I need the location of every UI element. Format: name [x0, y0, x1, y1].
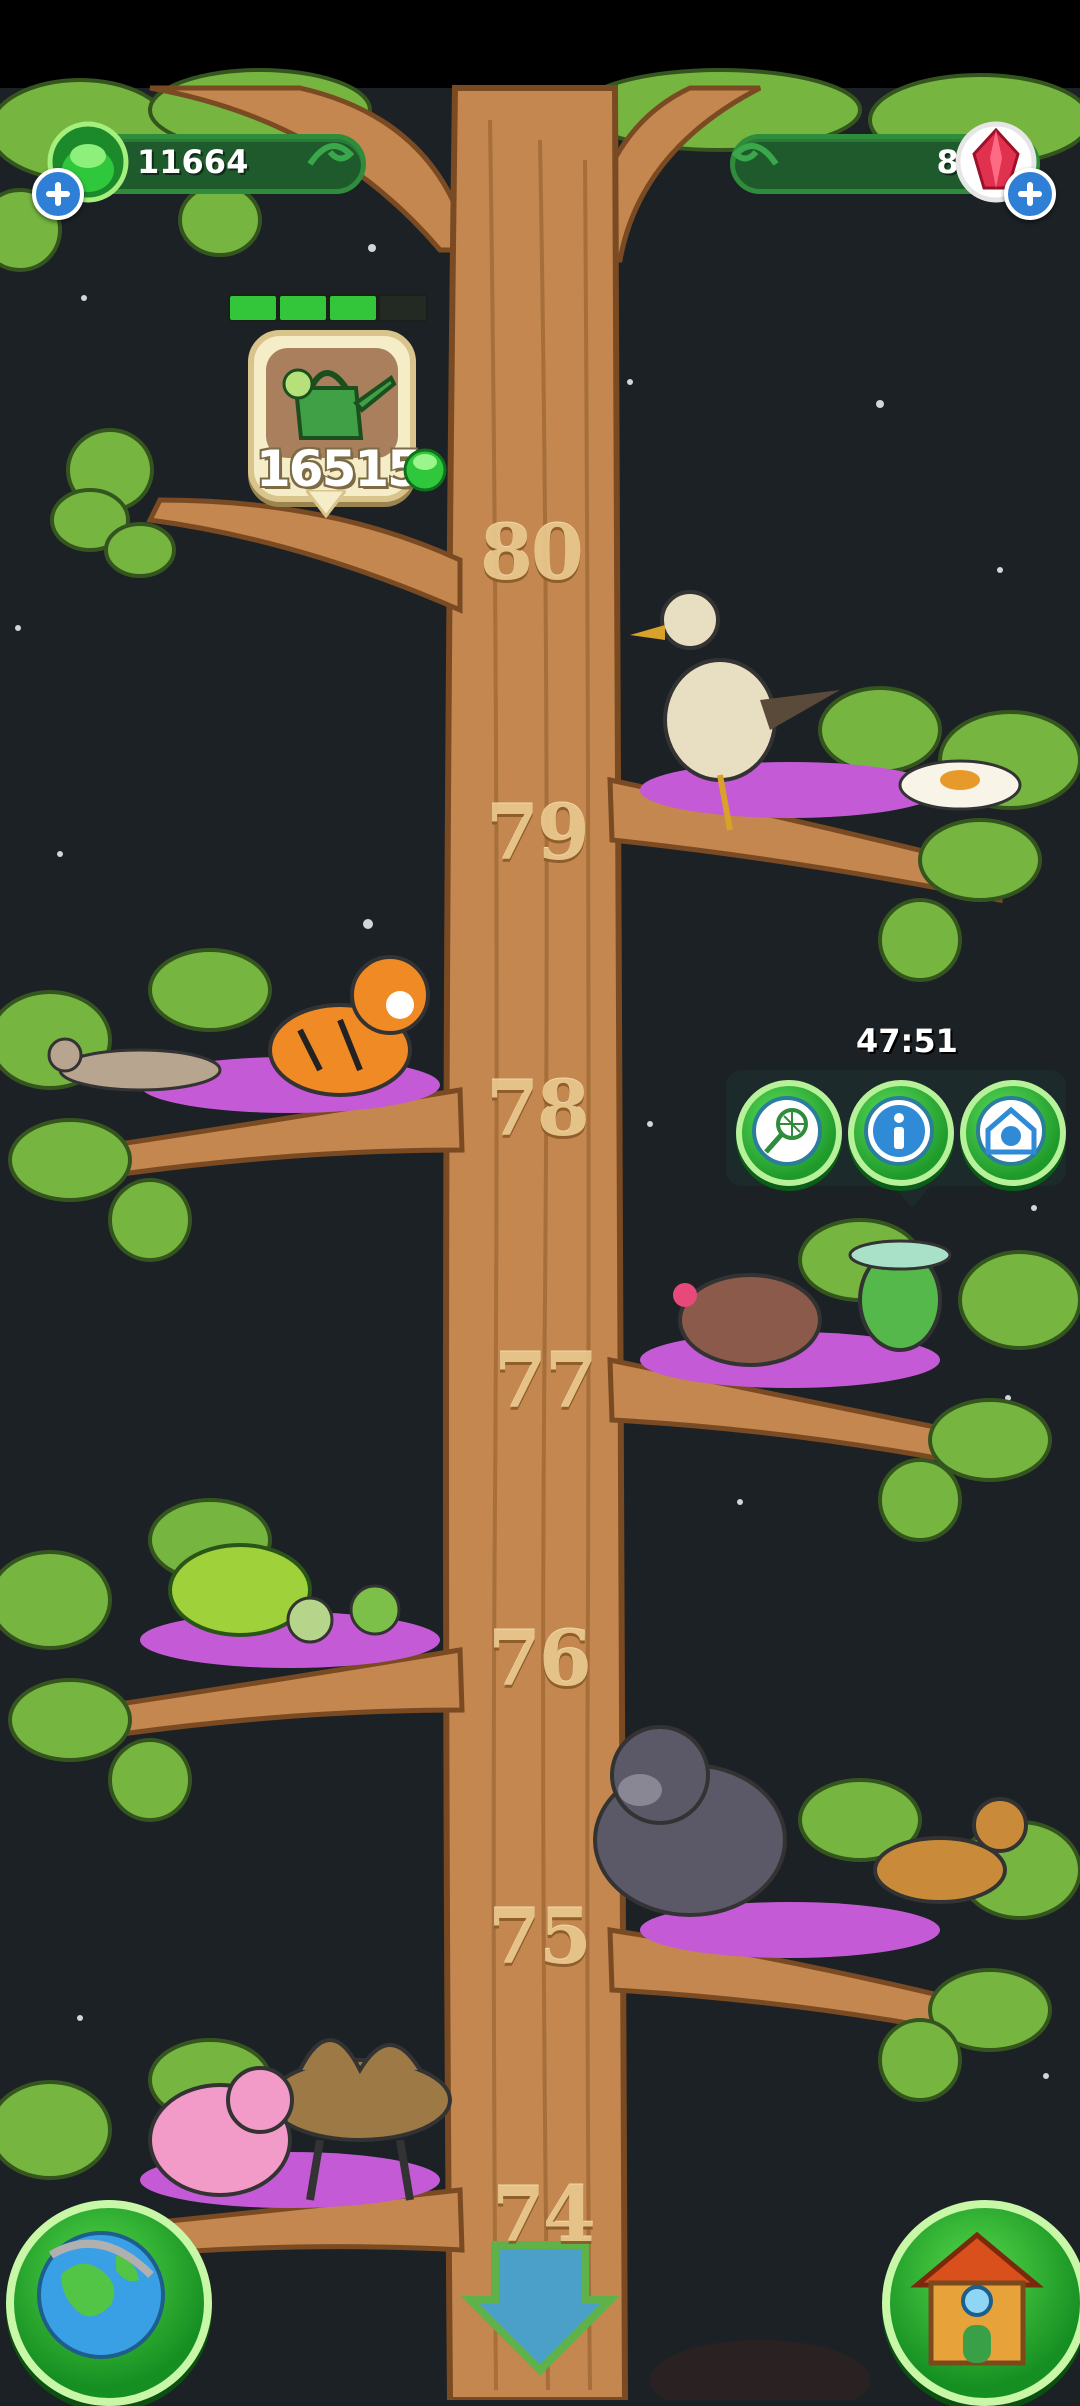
green-gem-small-icon: [403, 448, 447, 492]
house-icon: [910, 2231, 1044, 2366]
info-button[interactable]: [848, 1080, 954, 1186]
add-red-gems-button[interactable]: [1004, 168, 1056, 220]
level-number-75: 75: [488, 1892, 592, 1981]
dark-animal-bottom[interactable]: [650, 2340, 870, 2400]
timer: 47:51: [856, 1022, 958, 1060]
level-number-79: 79: [486, 788, 590, 877]
watering-progress-bar: [228, 294, 428, 322]
level-number-80: 80: [480, 508, 584, 597]
trunk: [443, 85, 629, 2400]
level-number-78: 78: [486, 1064, 590, 1153]
branch-77: [607, 1218, 1080, 1542]
net-icon: [764, 1108, 808, 1154]
add-green-gems-button[interactable]: [32, 168, 84, 220]
level-number-76: 76: [488, 1614, 592, 1703]
home-button[interactable]: [882, 2200, 1080, 2406]
watering-cost: 16515: [256, 440, 422, 498]
catch-net-button[interactable]: [736, 1080, 842, 1186]
animal-home-icon: [985, 1106, 1037, 1155]
gorilla[interactable]: [593, 1725, 787, 1917]
action-panel-pointer: [892, 1184, 932, 1208]
vine-icon-right: [731, 143, 779, 166]
vine-icon-left: [307, 143, 355, 166]
green-gem-value: 11664: [137, 143, 249, 181]
globe-icon: [37, 2231, 165, 2359]
world-map-button[interactable]: [6, 2200, 212, 2406]
animal-home-button[interactable]: [960, 1080, 1066, 1186]
koi-fish[interactable]: [898, 759, 1022, 811]
level-number-77: 77: [494, 1336, 598, 1425]
green-creature[interactable]: [848, 1239, 952, 1352]
info-icon: [873, 1105, 925, 1157]
level-number-74: 74: [492, 2170, 596, 2259]
ferret[interactable]: [47, 1037, 222, 1092]
